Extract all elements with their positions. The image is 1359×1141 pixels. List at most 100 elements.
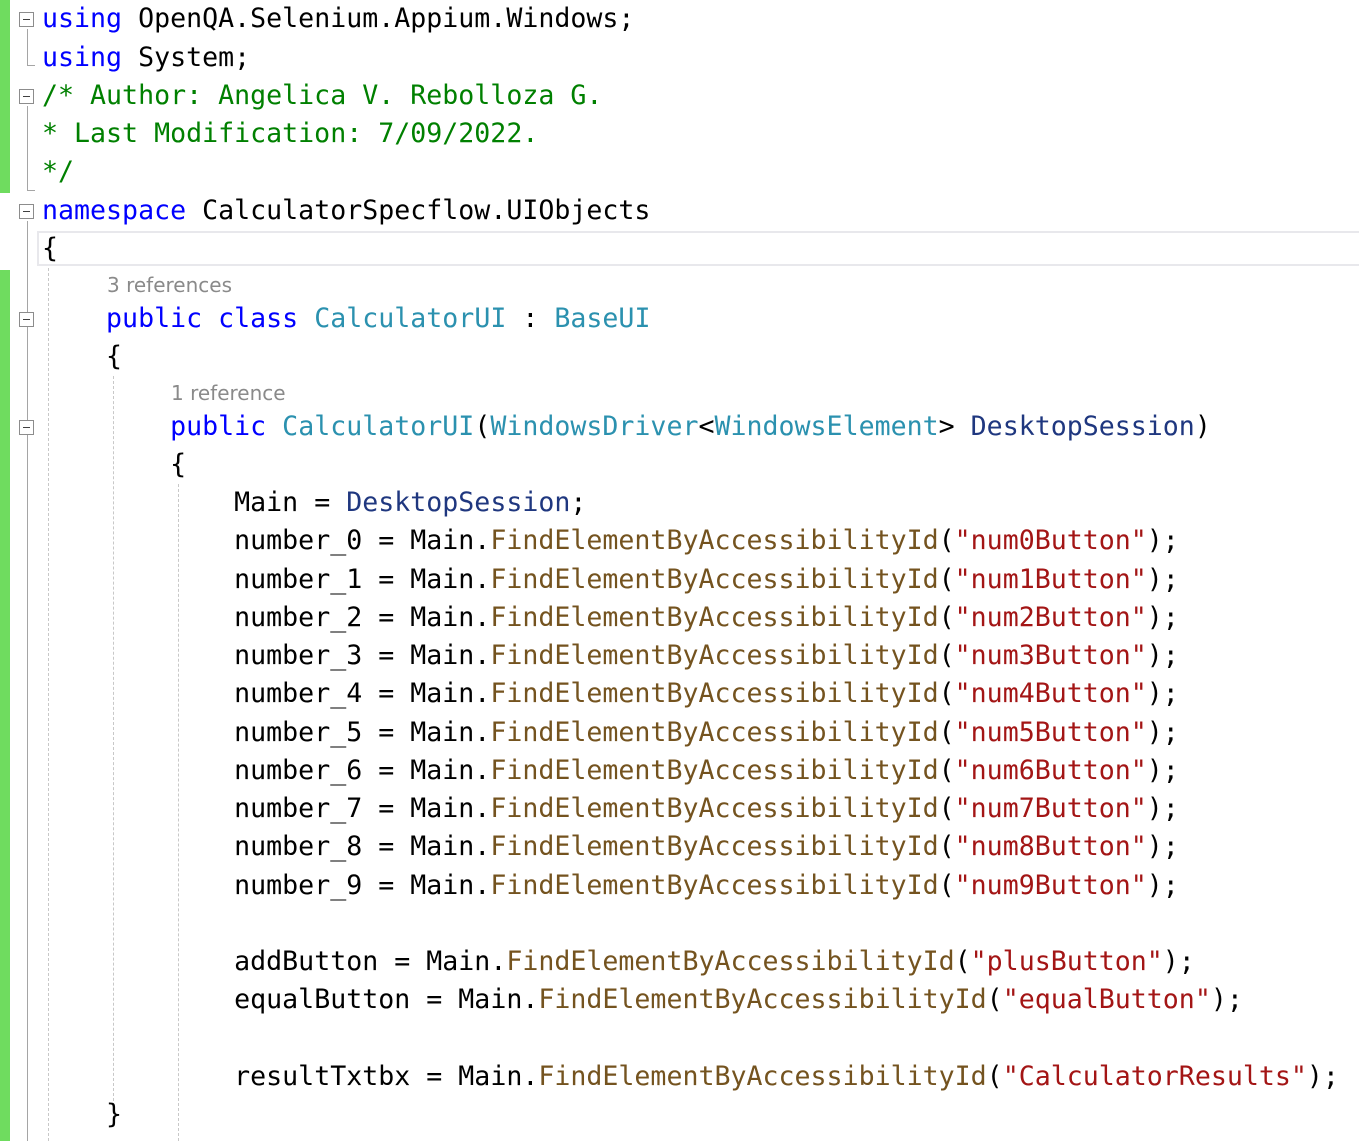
paren-text: );	[1146, 793, 1179, 824]
constructor-declaration[interactable]: public CalculatorUI(WindowsDriver<Window…	[42, 408, 1211, 446]
assignment-lhs: number_7 = Main.	[234, 793, 491, 824]
paren-text: );	[1146, 831, 1179, 862]
method-name: FindElementByAccessibilityId	[490, 678, 939, 709]
keyword-using: using	[42, 42, 123, 73]
string-literal: "num4Button"	[954, 678, 1147, 709]
class-open-brace[interactable]: {	[42, 338, 122, 376]
number-assignment-line[interactable]: number_8 = Main.FindElementByAccessibili…	[42, 828, 1179, 866]
paren-text: );	[1146, 525, 1179, 556]
collapse-using-icon[interactable]	[19, 12, 34, 27]
paren-text: );	[1146, 870, 1179, 901]
collapse-constructor-icon[interactable]	[19, 420, 34, 435]
paren-text: (	[938, 602, 955, 633]
generic-open: <	[698, 411, 715, 442]
paren-text: (	[938, 831, 955, 862]
comment-line-modification[interactable]: * Last Modification: 7/09/2022.	[42, 115, 538, 153]
string-literal: "num5Button"	[954, 717, 1147, 748]
class-declaration[interactable]: public class CalculatorUI : BaseUI	[42, 300, 650, 338]
equal-button-assignment-line[interactable]: equalButton = Main.FindElementByAccessib…	[42, 981, 1243, 1019]
assignment-lhs: number_9 = Main.	[234, 870, 491, 901]
outline-line-using	[27, 29, 28, 65]
assignment-lhs: Main =	[234, 487, 347, 518]
paren-text: (	[938, 793, 955, 824]
constructor-close-brace[interactable]: }	[42, 1096, 122, 1134]
number-assignment-line[interactable]: number_0 = Main.FindElementByAccessibili…	[42, 522, 1179, 560]
current-line-highlight	[37, 231, 1359, 266]
semicolon: ;	[570, 487, 587, 518]
class-name: CalculatorUI	[298, 303, 507, 334]
assignment-lhs: addButton = Main.	[234, 946, 507, 977]
brace-text: {	[42, 233, 59, 264]
paren-text: (	[938, 525, 955, 556]
string-literal: "equalButton"	[1002, 984, 1211, 1015]
paren-text: )	[1194, 411, 1211, 442]
collapse-namespace-icon[interactable]	[19, 204, 34, 219]
comment-text: */	[42, 156, 75, 187]
number-assignment-line[interactable]: number_9 = Main.FindElementByAccessibili…	[42, 867, 1179, 905]
namespace-declaration[interactable]: namespace CalculatorSpecflow.UIObjects	[42, 192, 650, 230]
brace-text: {	[106, 341, 123, 372]
number-assignment-line[interactable]: number_6 = Main.FindElementByAccessibili…	[42, 752, 1179, 790]
namespace-name: CalculatorSpecflow.UIObjects	[186, 195, 651, 226]
paren-text: );	[1306, 1061, 1339, 1092]
result-textbox-assignment-line[interactable]: resultTxtbx = Main.FindElementByAccessib…	[42, 1058, 1339, 1096]
method-name: FindElementByAccessibilityId	[490, 564, 939, 595]
paren-text: (	[986, 1061, 1003, 1092]
constructor-references-codelens[interactable]: 1 reference	[171, 380, 286, 406]
constructor-name: CalculatorUI	[266, 411, 475, 442]
paren-text: );	[1210, 984, 1243, 1015]
paren-text: );	[1146, 640, 1179, 671]
collapse-class-icon[interactable]	[19, 312, 34, 327]
param-name: DesktopSession	[970, 411, 1195, 442]
constructor-open-brace[interactable]: {	[42, 446, 186, 484]
paren-text: (	[954, 946, 971, 977]
outline-tick-comment	[27, 190, 35, 191]
assignment-lhs: number_2 = Main.	[234, 602, 491, 633]
using-namespace-text: System;	[122, 42, 251, 73]
paren-text: (	[938, 640, 955, 671]
number-assignment-line[interactable]: number_7 = Main.FindElementByAccessibili…	[42, 790, 1179, 828]
number-assignment-line[interactable]: number_3 = Main.FindElementByAccessibili…	[42, 637, 1179, 675]
change-indicator-bottom	[0, 270, 10, 1141]
add-button-assignment-line[interactable]: addButton = Main.FindElementByAccessibil…	[42, 943, 1195, 981]
keyword-public: public	[170, 411, 267, 442]
number-assignment-line[interactable]: number_1 = Main.FindElementByAccessibili…	[42, 561, 1179, 599]
code-line-2[interactable]: using System;	[42, 39, 250, 77]
comment-line-author[interactable]: /* Author: Angelica V. Rebolloza G.	[42, 77, 602, 115]
string-literal: "num0Button"	[954, 525, 1147, 556]
keyword-public: public	[106, 303, 203, 334]
generic-close: >	[938, 411, 971, 442]
assignment-lhs: equalButton = Main.	[234, 984, 539, 1015]
code-line-1[interactable]: using OpenQA.Selenium.Appium.Windows;	[42, 0, 634, 38]
main-assignment-line[interactable]: Main = DesktopSession;	[42, 484, 586, 522]
code-editor[interactable]: using OpenQA.Selenium.Appium.Windows; us…	[0, 0, 1359, 1141]
method-name: FindElementByAccessibilityId	[490, 755, 939, 786]
brace-text: }	[106, 1099, 123, 1130]
comment-text: /* Author: Angelica V. Rebolloza G.	[42, 80, 603, 111]
number-assignment-line[interactable]: number_4 = Main.FindElementByAccessibili…	[42, 675, 1179, 713]
string-literal: "num2Button"	[954, 602, 1147, 633]
method-name: FindElementByAccessibilityId	[490, 640, 939, 671]
paren-text: (	[474, 411, 491, 442]
using-namespace-text: OpenQA.Selenium.Appium.Windows;	[122, 3, 635, 34]
assignment-lhs: number_4 = Main.	[234, 678, 491, 709]
paren-text: (	[986, 984, 1003, 1015]
comment-text: * Last Modification: 7/09/2022.	[42, 118, 539, 149]
keyword-using: using	[42, 3, 123, 34]
assignment-lhs: number_5 = Main.	[234, 717, 491, 748]
comment-line-end[interactable]: */	[42, 153, 74, 191]
number-assignment-line[interactable]: number_2 = Main.FindElementByAccessibili…	[42, 599, 1179, 637]
namespace-open-brace[interactable]: {	[42, 230, 58, 268]
string-literal: "num3Button"	[954, 640, 1147, 671]
collapse-comment-icon[interactable]	[19, 89, 34, 104]
param-type-element: WindowsElement	[714, 411, 939, 442]
assignment-lhs: resultTxtbx = Main.	[234, 1061, 539, 1092]
paren-text: );	[1146, 564, 1179, 595]
outline-line-comment	[27, 106, 28, 190]
assignment-lhs: number_0 = Main.	[234, 525, 491, 556]
paren-text: );	[1146, 755, 1179, 786]
number-assignment-line[interactable]: number_5 = Main.FindElementByAccessibili…	[42, 714, 1179, 752]
class-references-codelens[interactable]: 3 references	[107, 272, 232, 298]
method-name: FindElementByAccessibilityId	[490, 525, 939, 556]
change-indicator-top	[0, 0, 10, 193]
